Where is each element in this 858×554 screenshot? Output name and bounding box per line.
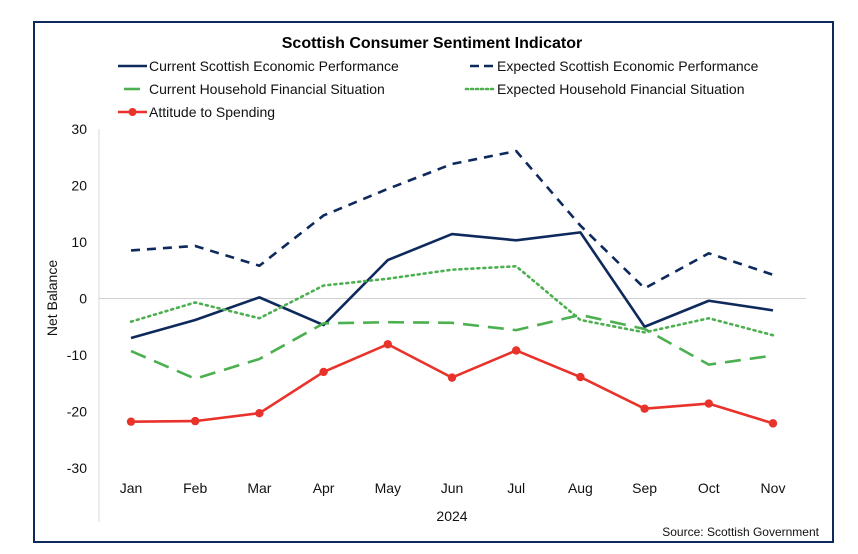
legend-item: Current Household Financial Situation <box>124 81 385 97</box>
data-point <box>126 417 136 426</box>
data-point <box>640 404 649 413</box>
data-point <box>512 346 521 355</box>
legend-item: Attitude to Spending <box>118 104 275 120</box>
legend-label: Attitude to Spending <box>149 104 275 120</box>
legend-label: Expected Scottish Economic Performance <box>497 58 759 74</box>
series-line <box>130 342 774 425</box>
x-tick-label: Oct <box>698 480 720 496</box>
y-tick-label: -20 <box>67 404 87 420</box>
x-tick-label: Jun <box>441 480 464 496</box>
series-1 <box>130 149 774 290</box>
data-point <box>576 372 585 382</box>
y-tick-label: 30 <box>71 121 87 137</box>
data-point <box>255 408 264 418</box>
x-tick-label: Aug <box>568 480 593 496</box>
data-point <box>768 419 778 428</box>
x-axis-title: 2024 <box>436 508 467 524</box>
legend-item: Current Scottish Economic Performance <box>118 58 399 74</box>
source-note: Source: Scottish Government <box>662 525 819 539</box>
x-tick-label: Nov <box>761 480 786 496</box>
x-axis-ticks: Jan Feb Mar Apr May Jun Jul Aug Sep Oct Nov <box>120 480 786 496</box>
x-tick-label: Mar <box>247 480 271 496</box>
legend-item: Expected Scottish Economic Performance <box>470 58 759 74</box>
y-tick-label: -30 <box>67 460 87 476</box>
legend-marker <box>128 108 137 116</box>
y-axis: 30 20 10 0 -10 -20 -30 <box>67 121 100 522</box>
legend-label: Current Household Financial Situation <box>149 81 385 97</box>
legend-label: Current Scottish Economic Performance <box>149 58 399 74</box>
x-tick-label: Apr <box>313 480 335 496</box>
legend-item: Expected Household Financial Situation <box>464 81 745 97</box>
data-point <box>704 399 713 408</box>
x-tick-label: Feb <box>183 480 207 496</box>
y-tick-label: 20 <box>71 178 87 194</box>
y-tick-label: 10 <box>71 234 87 250</box>
x-tick-label: May <box>375 480 401 496</box>
y-tick-label: 0 <box>79 291 87 307</box>
data-point <box>191 416 200 426</box>
y-tick-label: -10 <box>67 347 87 363</box>
series-line <box>130 149 774 290</box>
chart-title: Scottish Consumer Sentiment Indicator <box>282 35 582 52</box>
series-3 <box>129 264 775 337</box>
x-tick-label: Sep <box>632 480 657 496</box>
data-point <box>383 340 392 349</box>
data-point <box>447 373 457 382</box>
series-4 <box>126 340 778 428</box>
legend: Current Scottish Economic Performance Exp… <box>118 58 759 120</box>
y-axis-title: Net Balance <box>44 260 60 336</box>
legend-label: Expected Household Financial Situation <box>497 81 745 97</box>
data-point <box>319 367 328 377</box>
x-tick-label: Jul <box>507 480 525 496</box>
x-tick-label: Jan <box>120 480 143 496</box>
series-group <box>126 149 778 428</box>
series-line <box>129 264 775 337</box>
line-chart: Scottish Consumer Sentiment Indicator Cu… <box>44 35 820 539</box>
